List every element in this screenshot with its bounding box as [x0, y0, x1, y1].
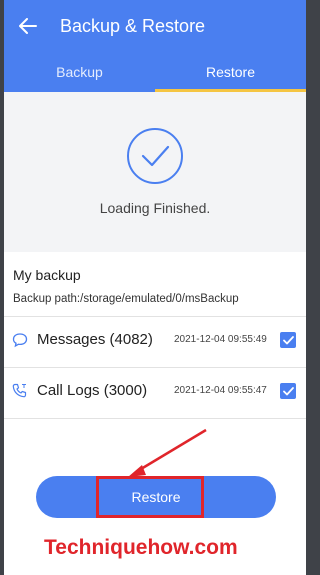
item-label: Call Logs (3000) [37, 382, 148, 399]
checkmark-circle-icon [127, 128, 183, 184]
backup-item-messages[interactable]: Messages (4082) 2021-12-04 09:55:49 [4, 317, 306, 367]
tab-restore[interactable]: Restore [155, 52, 306, 92]
tab-restore-label: Restore [205, 64, 256, 80]
phone-screen: Backup & Restore Backup Restore Loading … [4, 0, 306, 575]
tab-backup[interactable]: Backup [4, 52, 155, 92]
status-panel: Loading Finished. [4, 92, 306, 252]
item-checkbox[interactable] [280, 332, 296, 348]
tab-backup-label: Backup [56, 64, 103, 80]
annotation-arrow-icon [128, 428, 207, 477]
back-button[interactable] [6, 0, 50, 52]
page-title: Backup & Restore [60, 15, 206, 36]
message-bubble-icon [12, 333, 28, 348]
backup-path: Backup path:/storage/emulated/0/msBackup [13, 293, 239, 305]
check-icon [282, 335, 294, 344]
backup-item-call-logs[interactable]: Call Logs (3000) 2021-12-04 09:55:47 [4, 368, 306, 418]
item-label: Messages (4082) [37, 331, 153, 348]
item-timestamp: 2021-12-04 09:55:49 [174, 334, 267, 345]
status-text: Loading Finished. [99, 200, 211, 216]
watermark: Techniquehow.com [44, 536, 238, 559]
annotation-highlight-box [96, 476, 204, 518]
backup-title: My backup [13, 267, 81, 283]
divider [4, 418, 306, 419]
check-icon [282, 386, 294, 395]
item-checkbox[interactable] [280, 383, 296, 399]
app-bar: Backup & Restore [4, 0, 306, 52]
item-timestamp: 2021-12-04 09:55:47 [174, 385, 267, 396]
phone-icon [12, 383, 27, 398]
tab-bar: Backup Restore [4, 52, 306, 92]
arrow-left-icon [19, 18, 37, 34]
